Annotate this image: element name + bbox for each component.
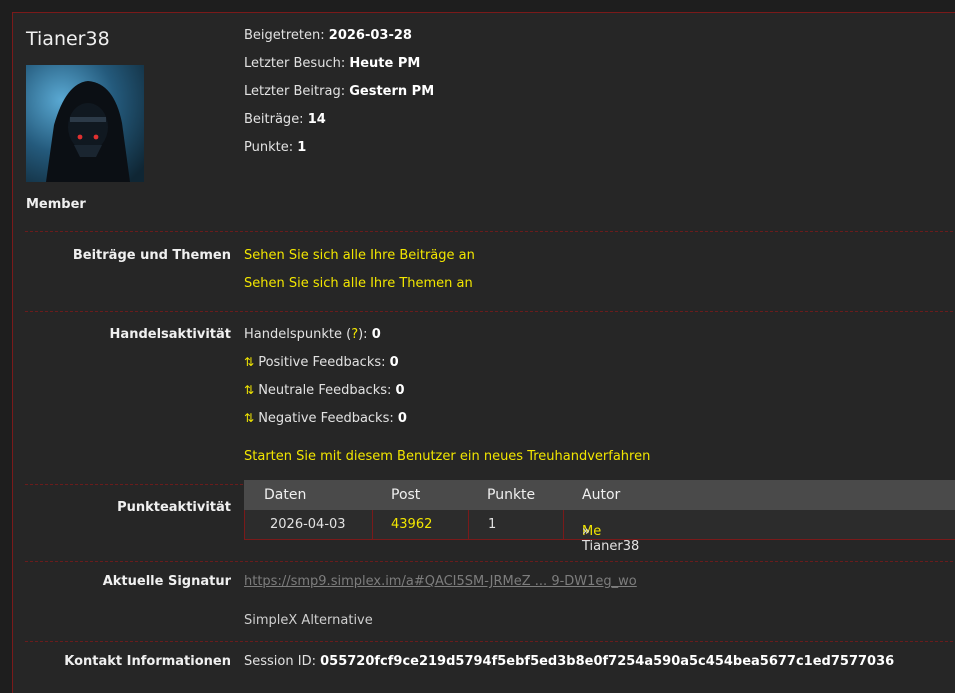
sort-arrows-icon: ⇅ <box>244 411 255 425</box>
row-points: 1 <box>488 517 497 532</box>
last-visit-row: Letzter Besuch: Heute PM <box>244 56 420 71</box>
last-post-value: Gestern PM <box>349 84 435 99</box>
points-label: Punkte: <box>244 140 294 155</box>
row-post-link[interactable]: 43962 <box>391 517 432 532</box>
divider <box>25 561 955 562</box>
trade-points-label-close: ): <box>358 327 368 342</box>
signature-text: SimpleX Alternative <box>244 613 373 628</box>
points-activity-table: Daten Post Punkte Autor 2026-04-03 43962… <box>244 480 955 554</box>
trade-points-label: Handelspunkte ( <box>244 327 352 342</box>
trade-activity-label: Handelsaktivität <box>109 327 231 342</box>
session-id-row: Session ID: 055720fcf9ce219d5794f5ebf5ed… <box>244 654 894 669</box>
sort-arrows-icon: ⇅ <box>244 383 255 397</box>
joined-label: Beigetreten: <box>244 28 325 43</box>
avatar[interactable] <box>26 65 144 182</box>
profile-panel: Tianer38 Member Beigetreten: 2026-03-28 … <box>12 12 955 693</box>
row-date: 2026-04-03 <box>270 517 346 532</box>
trade-points-value: 0 <box>371 327 381 342</box>
posts-count-value: 14 <box>307 112 326 127</box>
divider <box>25 231 955 232</box>
signature-url-link[interactable]: https://smp9.simplex.im/a#QACI5SM-JRMeZ … <box>244 574 637 589</box>
user-role: Member <box>26 197 86 212</box>
divider <box>25 311 955 312</box>
points-activity-label: Punkteaktivität <box>117 500 231 515</box>
trade-points-row: Handelspunkte (?): 0 <box>244 327 381 342</box>
positive-feedback-row: ⇅ Positive Feedbacks: 0 <box>244 355 399 370</box>
posts-count-row: Beiträge: 14 <box>244 112 326 127</box>
last-visit-value: Heute PM <box>349 56 421 71</box>
joined-row: Beigetreten: 2026-03-28 <box>244 28 412 43</box>
column-header-date[interactable]: Daten <box>264 487 306 503</box>
last-post-label: Letzter Beitrag: <box>244 84 346 99</box>
positive-feedback-value: 0 <box>389 355 399 370</box>
contact-info-label: Kontakt Informationen <box>64 654 231 669</box>
points-value: 1 <box>297 140 307 155</box>
session-id-label: Session ID: <box>244 654 316 669</box>
joined-value: 2026-03-28 <box>328 28 412 43</box>
avatar-image <box>26 65 144 182</box>
view-all-topics-link[interactable]: Sehen Sie sich alle Ihre Themen an <box>244 276 473 291</box>
negative-feedback-label: Negative Feedbacks: <box>258 411 394 426</box>
points-row: Punkte: 1 <box>244 140 306 155</box>
signature-label: Aktuelle Signatur <box>102 574 231 589</box>
sort-arrows-icon: ⇅ <box>244 355 255 369</box>
posts-count-label: Beiträge: <box>244 112 304 127</box>
column-header-post[interactable]: Post <box>391 487 420 503</box>
neutral-feedback-label: Neutrale Feedbacks: <box>258 383 392 398</box>
divider <box>25 641 955 642</box>
start-escrow-link[interactable]: Starten Sie mit diesem Benutzer ein neue… <box>244 449 650 464</box>
last-visit-label: Letzter Besuch: <box>244 56 346 71</box>
neutral-feedback-row: ⇅ Neutrale Feedbacks: 0 <box>244 383 405 398</box>
last-post-row: Letzter Beitrag: Gestern PM <box>244 84 434 99</box>
session-id-value: 055720fcf9ce219d5794f5ebf5ed3b8e0f7254a5… <box>320 654 895 669</box>
username: Tianer38 <box>26 28 110 50</box>
posts-topics-label: Beiträge und Themen <box>72 248 231 263</box>
table-row: 2026-04-03 43962 1 Me » Tianer38 <box>244 510 955 554</box>
column-header-points[interactable]: Punkte <box>487 487 535 503</box>
negative-feedback-row: ⇅ Negative Feedbacks: 0 <box>244 411 407 426</box>
view-all-posts-link[interactable]: Sehen Sie sich alle Ihre Beiträge an <box>244 248 475 263</box>
positive-feedback-label: Positive Feedbacks: <box>258 355 386 370</box>
neutral-feedback-value: 0 <box>395 383 405 398</box>
column-header-author[interactable]: Autor <box>582 487 620 503</box>
negative-feedback-value: 0 <box>397 411 407 426</box>
author-name: » Tianer38 <box>582 524 640 554</box>
table-header: Daten Post Punkte Autor <box>244 480 955 510</box>
